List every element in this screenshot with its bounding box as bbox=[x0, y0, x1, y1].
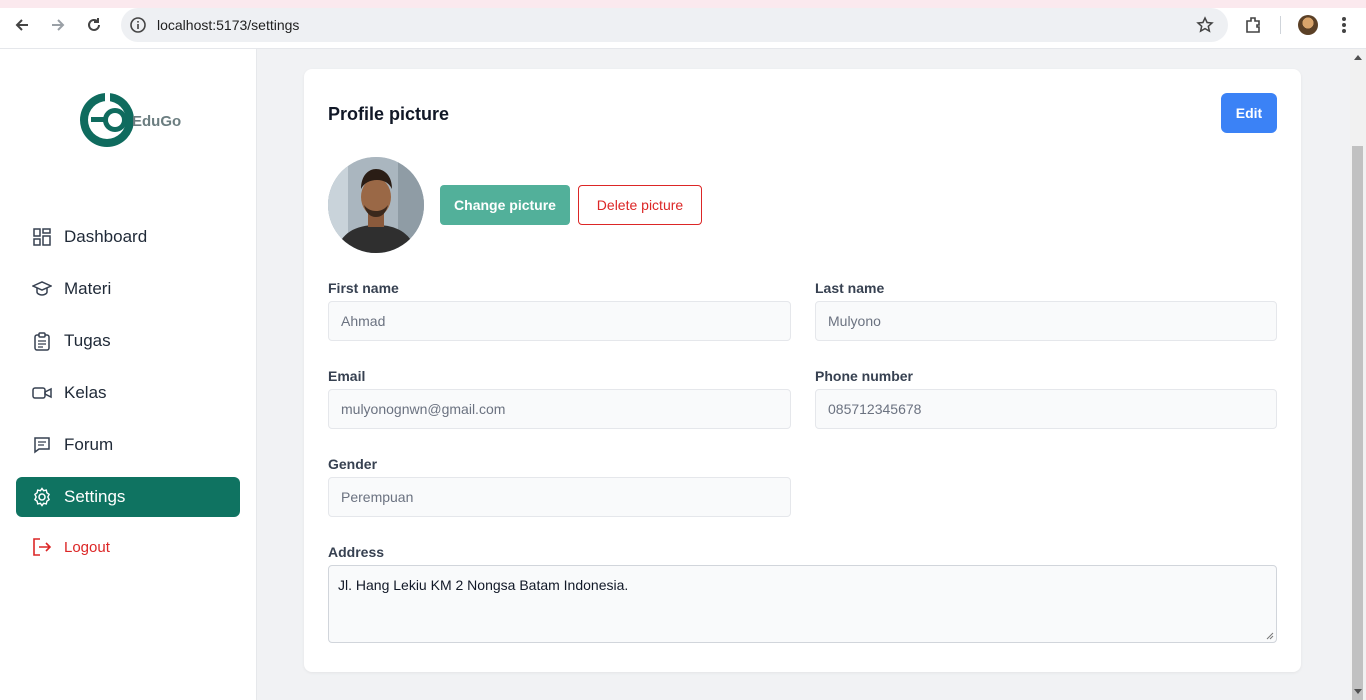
arrow-left-icon bbox=[15, 19, 28, 31]
email-label: Email bbox=[328, 368, 366, 384]
arrow-right-icon bbox=[52, 19, 65, 31]
browser-toolbar: localhost:5173/settings bbox=[0, 0, 1366, 49]
clipboard-icon bbox=[32, 331, 52, 351]
bookmark-star-icon[interactable] bbox=[1196, 16, 1214, 34]
sidebar-item-settings[interactable]: Settings bbox=[16, 477, 240, 517]
graduation-cap-icon bbox=[32, 279, 52, 299]
phone-number-field[interactable]: 085712345678 bbox=[815, 389, 1277, 429]
email-field[interactable]: mulyonognwn@gmail.com bbox=[328, 389, 791, 429]
video-icon bbox=[32, 383, 52, 403]
sidebar-item-label: Dashboard bbox=[64, 227, 148, 246]
logout-icon bbox=[32, 537, 52, 557]
gender-label: Gender bbox=[328, 456, 378, 472]
last-name-field[interactable]: Mulyono bbox=[815, 301, 1277, 341]
scrollbar-thumb[interactable] bbox=[1352, 146, 1363, 700]
change-picture-button[interactable]: Change picture bbox=[440, 185, 570, 225]
last-name-label: Last name bbox=[815, 280, 885, 296]
profile-avatar[interactable] bbox=[1298, 15, 1318, 35]
logout-label: Logout bbox=[64, 538, 110, 556]
first-name-label: First name bbox=[328, 280, 399, 296]
logo-text: EduGo bbox=[132, 113, 181, 130]
dashboard-icon bbox=[32, 227, 52, 247]
more-vertical-icon[interactable] bbox=[1336, 14, 1352, 36]
address-bar[interactable]: localhost:5173/settings bbox=[121, 8, 1228, 42]
profile-settings-card: Profile picture Edit Change picture Dele… bbox=[304, 69, 1301, 672]
sidebar: EduGo Dashboard Materi Tugas Kelas Forum bbox=[0, 49, 257, 700]
page-title: Profile picture bbox=[328, 104, 450, 124]
tab-strip bbox=[0, 0, 1366, 8]
extensions-icon[interactable] bbox=[1243, 14, 1265, 36]
url-text: localhost:5173/settings bbox=[157, 17, 300, 33]
toolbar-divider bbox=[1280, 16, 1281, 34]
first-name-field[interactable]: Ahmad bbox=[328, 301, 791, 341]
forward-button[interactable] bbox=[45, 12, 71, 38]
back-button[interactable] bbox=[9, 12, 35, 38]
scroll-up-arrow-icon[interactable] bbox=[1354, 55, 1362, 60]
scroll-down-arrow-icon[interactable] bbox=[1354, 689, 1362, 694]
address-label: Address bbox=[328, 544, 385, 560]
sidebar-item-label: Forum bbox=[64, 435, 114, 454]
sidebar-item-label: Settings bbox=[64, 487, 126, 506]
edit-button[interactable]: Edit bbox=[1221, 93, 1277, 133]
address-textarea[interactable]: Jl. Hang Lekiu KM 2 Nongsa Batam Indones… bbox=[328, 565, 1277, 643]
info-icon[interactable] bbox=[129, 16, 147, 34]
phone-number-label: Phone number bbox=[815, 368, 914, 384]
gear-icon bbox=[32, 487, 52, 507]
logout-button[interactable]: Logout bbox=[16, 527, 240, 567]
sidebar-item-kelas[interactable]: Kelas bbox=[16, 373, 240, 413]
address-text: Jl. Hang Lekiu KM 2 Nongsa Batam Indones… bbox=[338, 577, 629, 593]
reload-icon bbox=[88, 18, 100, 31]
sidebar-item-forum[interactable]: Forum bbox=[16, 425, 240, 465]
edugo-logo[interactable]: EduGo bbox=[77, 87, 187, 157]
profile-picture bbox=[328, 157, 424, 253]
sidebar-item-dashboard[interactable]: Dashboard bbox=[16, 217, 240, 257]
sidebar-item-label: Kelas bbox=[64, 383, 107, 402]
page-scrollbar[interactable] bbox=[1350, 49, 1366, 700]
reload-button[interactable] bbox=[81, 12, 107, 38]
sidebar-item-tugas[interactable]: Tugas bbox=[16, 321, 240, 361]
sidebar-item-label: Materi bbox=[64, 279, 112, 298]
resize-handle-icon[interactable] bbox=[1266, 632, 1274, 640]
sidebar-item-label: Tugas bbox=[64, 331, 111, 350]
delete-picture-button[interactable]: Delete picture bbox=[578, 185, 702, 225]
gender-field[interactable]: Perempuan bbox=[328, 477, 791, 517]
chat-icon bbox=[32, 435, 52, 455]
sidebar-item-materi[interactable]: Materi bbox=[16, 269, 240, 309]
